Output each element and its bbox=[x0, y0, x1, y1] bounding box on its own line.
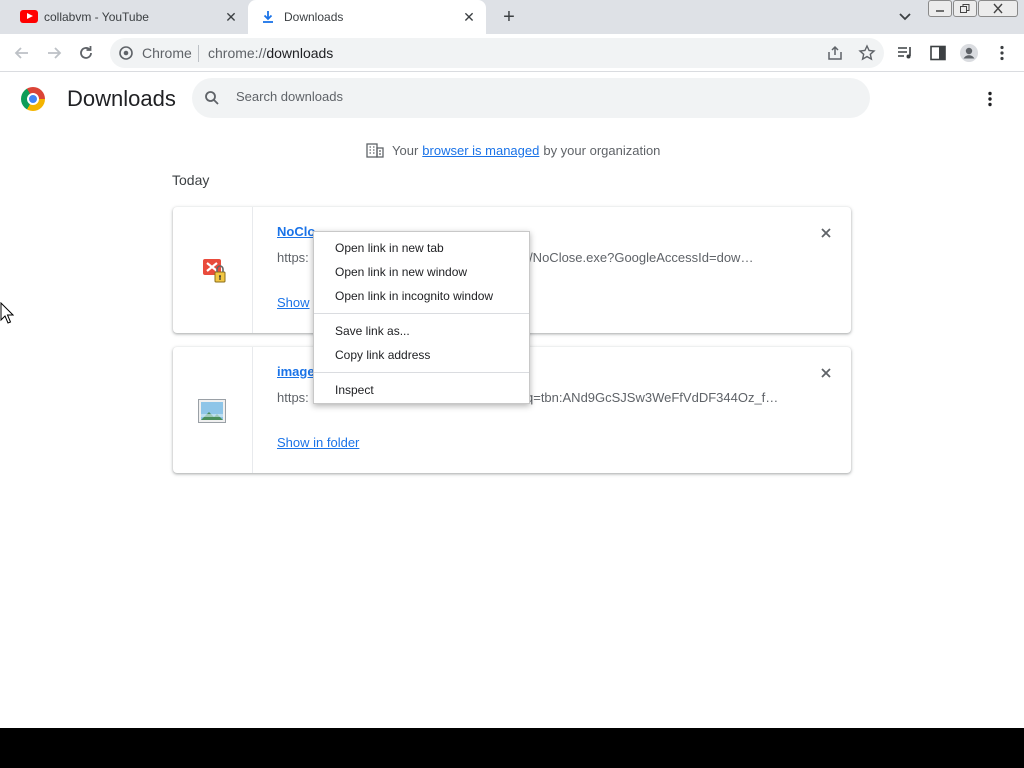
youtube-icon bbox=[20, 9, 38, 25]
tab-youtube[interactable]: collabvm - YouTube ✕ bbox=[8, 0, 248, 34]
managed-prefix: Your bbox=[392, 142, 419, 158]
remove-item-icon[interactable] bbox=[817, 224, 835, 242]
window-close-button[interactable] bbox=[978, 0, 1018, 17]
more-actions-icon[interactable] bbox=[980, 89, 1000, 109]
tab-downloads[interactable]: Downloads ✕ bbox=[248, 0, 486, 34]
menu-item-inspect[interactable]: Inspect bbox=[314, 378, 529, 402]
search-box[interactable] bbox=[192, 78, 870, 118]
close-tab-icon[interactable]: ✕ bbox=[460, 8, 478, 26]
browser-menu-icon[interactable] bbox=[992, 43, 1012, 63]
search-input[interactable] bbox=[236, 89, 836, 104]
file-url[interactable]: https: /61/NoClose.exe?GoogleAccessId=do… bbox=[277, 250, 753, 265]
omnibox-chip: Chrome bbox=[142, 45, 192, 61]
file-icon-column bbox=[173, 207, 253, 333]
file-name-link[interactable]: NoClo bbox=[277, 224, 315, 239]
downloads-page: Downloads Your browser is managed by you… bbox=[0, 72, 1024, 728]
media-control-icon[interactable] bbox=[895, 43, 915, 63]
menu-divider bbox=[314, 372, 529, 373]
page-title: Downloads bbox=[67, 86, 176, 111]
url-text[interactable]: chrome://downloads bbox=[208, 45, 333, 61]
menu-item-save-link[interactable]: Save link as... bbox=[314, 319, 529, 343]
file-name-link[interactable]: image bbox=[277, 364, 315, 379]
file-url[interactable]: https: q=tbn:ANd9GcSJSw3WeFfVdDF344Oz_f… bbox=[277, 390, 778, 405]
building-icon bbox=[366, 142, 384, 158]
context-menu: Open link in new tab Open link in new wi… bbox=[313, 231, 530, 404]
menu-item-open-new-window[interactable]: Open link in new window bbox=[314, 260, 529, 284]
forward-arrow-icon[interactable] bbox=[43, 42, 65, 64]
taskbar bbox=[0, 728, 1024, 768]
browser-window: collabvm - YouTube ✕ Downloads ✕ + Chrom… bbox=[0, 0, 1024, 728]
mouse-cursor-icon bbox=[0, 301, 15, 324]
restore-button[interactable] bbox=[953, 0, 977, 17]
address-bar[interactable]: Chrome chrome://downloads bbox=[110, 38, 884, 68]
tab-strip: collabvm - YouTube ✕ Downloads ✕ + bbox=[0, 0, 1024, 34]
show-in-folder-link[interactable]: Show in folder bbox=[277, 435, 359, 450]
profile-avatar-icon[interactable] bbox=[959, 43, 979, 63]
omnibox-divider bbox=[198, 45, 199, 62]
image-file-icon bbox=[198, 399, 226, 426]
date-section-label: Today bbox=[172, 172, 210, 188]
side-panel-icon[interactable] bbox=[928, 43, 948, 63]
minimize-button[interactable] bbox=[928, 0, 952, 17]
browser-toolbar: Chrome chrome://downloads bbox=[0, 34, 1024, 72]
share-icon[interactable] bbox=[826, 45, 844, 61]
browser-managed-link[interactable]: browser is managed bbox=[422, 143, 539, 158]
close-tab-icon[interactable]: ✕ bbox=[222, 8, 240, 26]
bookmark-star-icon[interactable] bbox=[858, 44, 876, 62]
menu-item-copy-link[interactable]: Copy link address bbox=[314, 343, 529, 367]
search-icon[interactable] bbox=[204, 90, 220, 106]
blocked-exe-icon bbox=[202, 257, 226, 288]
show-in-folder-link[interactable]: Show bbox=[277, 295, 310, 310]
chrome-logo-icon bbox=[21, 87, 45, 111]
file-icon-column bbox=[173, 347, 253, 473]
back-arrow-icon[interactable] bbox=[11, 42, 33, 64]
tab-title: Downloads bbox=[284, 10, 344, 24]
tab-title: collabvm - YouTube bbox=[44, 10, 149, 24]
new-tab-button[interactable]: + bbox=[497, 6, 521, 28]
remove-item-icon[interactable] bbox=[817, 364, 835, 382]
menu-item-open-incognito[interactable]: Open link in incognito window bbox=[314, 284, 529, 308]
tab-search-icon[interactable] bbox=[895, 8, 915, 26]
managed-suffix: by your organization bbox=[543, 142, 661, 158]
menu-divider bbox=[314, 313, 529, 314]
download-icon bbox=[260, 9, 276, 25]
chrome-icon bbox=[119, 46, 133, 60]
menu-item-open-new-tab[interactable]: Open link in new tab bbox=[314, 236, 529, 260]
managed-notice: Your browser is managed by your organiza… bbox=[366, 140, 660, 160]
reload-icon[interactable] bbox=[75, 42, 97, 64]
